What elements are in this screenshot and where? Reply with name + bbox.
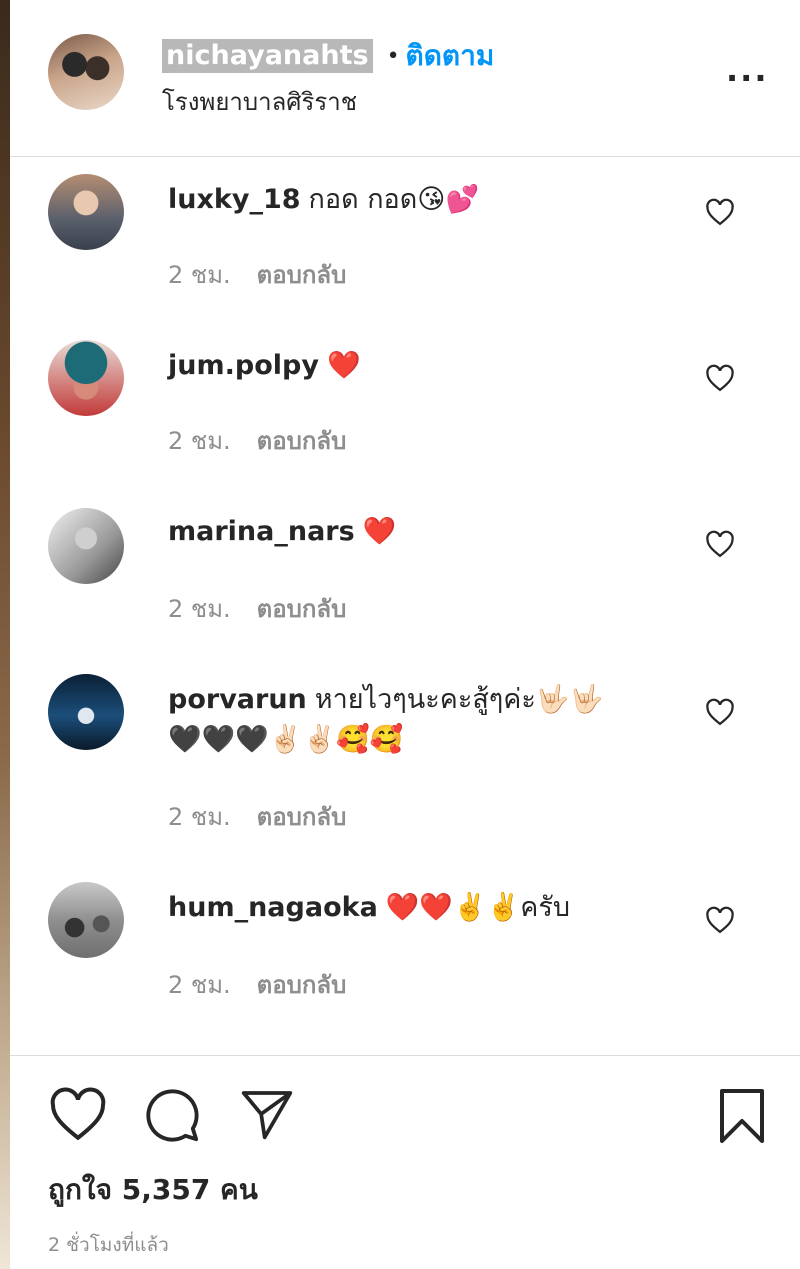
comment-username[interactable]: hum_nagaoka [168,892,378,923]
follow-button[interactable]: ติดตาม [406,34,495,78]
comment-text: porvarun หายไวๆนะคะสู้ๆค่ะ🤟🏻🤟🏻 🖤🖤🖤✌🏻✌🏻🥰🥰 [168,680,668,760]
comment-bubble-icon[interactable] [143,1086,201,1144]
like-comment-heart-icon[interactable] [705,364,735,392]
comment-time: 2 ชม. [168,803,231,831]
comment-text: luxky_18 กอด กอด😘💕 [168,180,668,220]
commenter-avatar[interactable] [48,174,124,250]
comment-username[interactable]: jum.polpy [168,350,319,381]
comment-username[interactable]: porvarun [168,684,307,715]
comment-text: hum_nagaoka ❤️❤️✌️✌️ครับ [168,888,668,928]
reply-button[interactable]: ตอบกลับ [257,427,347,455]
comment-time: 2 ชม. [168,971,231,999]
like-comment-heart-icon[interactable] [705,698,735,726]
comment-time: 2 ชม. [168,427,231,455]
like-heart-icon[interactable] [48,1086,108,1142]
owner-row: nichayanahts • ติดตาม [162,38,494,74]
comment-body: หายไวๆนะคะสู้ๆค่ะ🤟🏻🤟🏻 [314,684,604,715]
comment-meta: 2 ชม. ตอบกลับ [168,255,346,294]
reply-button[interactable]: ตอบกลับ [257,803,347,831]
comment-text: marina_nars ❤️ [168,512,668,552]
location-link[interactable]: โรงพยาบาลศิริราช [162,82,357,121]
reply-button[interactable]: ตอบกลับ [257,595,347,623]
like-comment-heart-icon[interactable] [705,530,735,558]
share-send-icon[interactable] [238,1086,296,1142]
comment-username[interactable]: luxky_18 [168,184,301,215]
owner-username[interactable]: nichayanahts [162,39,373,73]
commenter-avatar[interactable] [48,674,124,750]
more-options-icon[interactable]: ... [726,54,768,86]
comment-body: ❤️❤️✌️✌️ครับ [385,892,570,923]
comment-body: กอด กอด😘💕 [308,184,480,215]
comment-meta: 2 ชม. ตอบกลับ [168,965,346,1004]
owner-avatar[interactable] [48,34,124,110]
post-side-panel: nichayanahts • ติดตาม โรงพยาบาลศิริราช .… [10,0,800,1269]
like-comment-heart-icon[interactable] [705,198,735,226]
comment-meta: 2 ชม. ตอบกลับ [168,589,346,628]
comment-time: 2 ชม. [168,261,231,289]
comment-meta: 2 ชม. ตอบกลับ [168,797,346,836]
reply-button[interactable]: ตอบกลับ [257,971,347,999]
likes-count[interactable]: ถูกใจ 5,357 คน [48,1168,258,1212]
comment-body-line2: 🖤🖤🖤✌🏻✌🏻🥰🥰 [168,724,404,755]
commenter-avatar[interactable] [48,340,124,416]
comment-body: ❤️ [326,350,361,381]
comment-time: 2 ชม. [168,595,231,623]
comment-body: ❤️ [362,516,397,547]
post-actions-footer: ถูกใจ 5,357 คน 2 ชั่วโมงที่แล้ว [10,1055,800,1269]
background-photo-edge [0,0,10,1269]
comment-text: jum.polpy ❤️ [168,346,668,386]
posted-time: 2 ชั่วโมงที่แล้ว [48,1234,169,1256]
separator-dot: • [386,43,400,69]
post-header: nichayanahts • ติดตาม โรงพยาบาลศิริราช .… [10,0,800,157]
like-comment-heart-icon[interactable] [705,906,735,934]
commenter-avatar[interactable] [48,508,124,584]
comment-username[interactable]: marina_nars [168,516,355,547]
comment-meta: 2 ชม. ตอบกลับ [168,421,346,460]
reply-button[interactable]: ตอบกลับ [257,261,347,289]
commenter-avatar[interactable] [48,882,124,958]
save-bookmark-icon[interactable] [716,1086,768,1146]
